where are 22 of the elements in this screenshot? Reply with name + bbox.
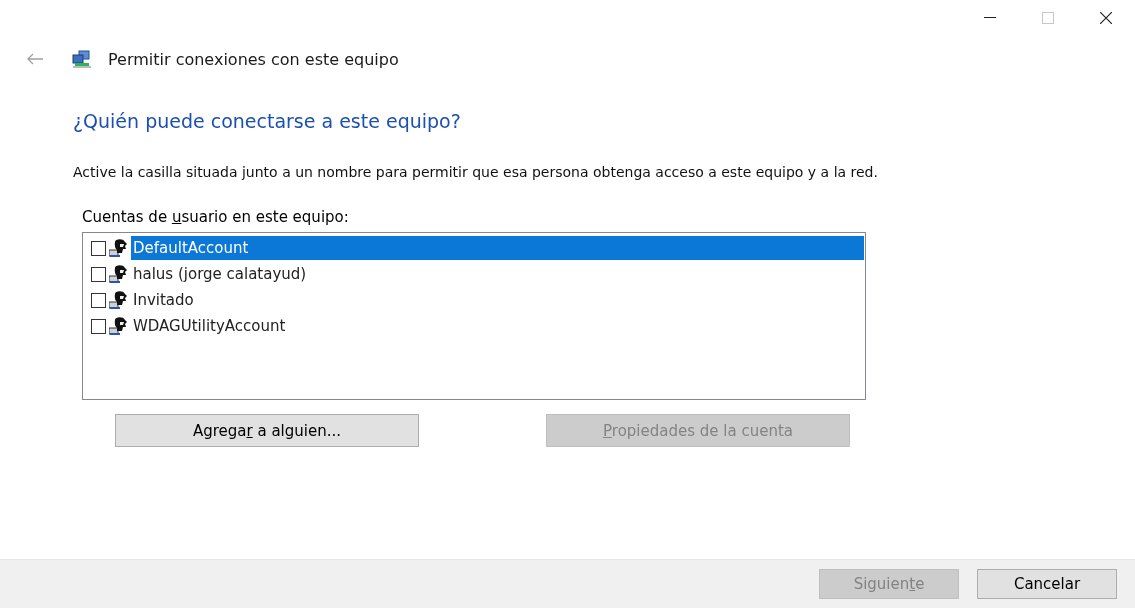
account-item[interactable]: DefaultAccount [131, 236, 864, 260]
account-item[interactable]: Invitado [131, 288, 864, 312]
checkbox[interactable] [91, 266, 106, 282]
page-title: Permitir conexiones con este equipo [108, 49, 399, 69]
account-item[interactable]: halus (jorge calatayud) [131, 262, 864, 286]
account-item[interactable]: WDAGUtilityAccount [131, 314, 864, 338]
add-user-button[interactable]: Agregar a alguien... [115, 414, 419, 447]
checkbox[interactable] [91, 240, 106, 256]
back-arrow-icon [26, 53, 44, 65]
checkbox[interactable] [91, 292, 106, 308]
description-text: Active la casilla situada junto a un nombre para permitir que esa persona obtenga acceso a este equipo y a la red. [73, 163, 879, 182]
network-computers-icon [72, 50, 92, 68]
user-icon [109, 239, 128, 257]
close-icon [1100, 12, 1112, 24]
section-heading: ¿Quién puede conectarse a este equipo? [73, 110, 461, 132]
user-icon [109, 291, 128, 309]
user-icon [109, 265, 128, 283]
list-label: Cuentas de usuario en este equipo: [82, 208, 349, 226]
checkbox[interactable] [91, 318, 106, 334]
cancel-button[interactable]: Cancelar [977, 569, 1117, 599]
maximize-icon [1042, 12, 1054, 24]
user-icon [109, 317, 128, 335]
